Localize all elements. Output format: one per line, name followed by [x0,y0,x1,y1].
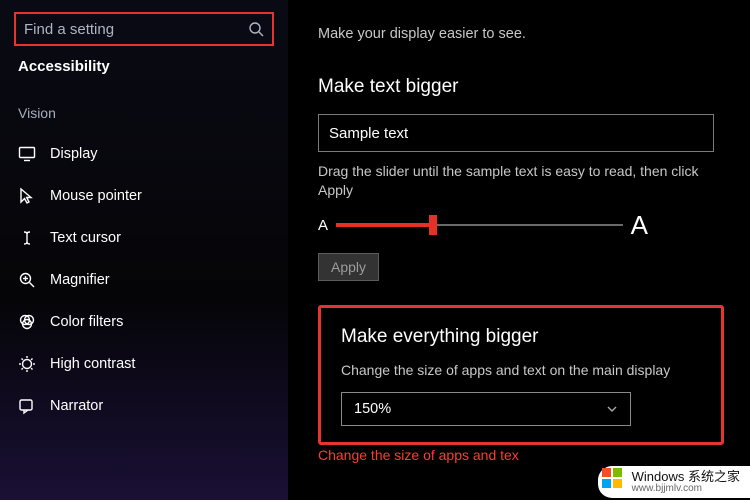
text-size-slider[interactable] [336,223,623,227]
chevron-down-icon [606,403,618,415]
high-contrast-icon [18,355,36,373]
nav-label: High contrast [50,356,135,372]
nav-label: Text cursor [50,230,121,246]
apply-button[interactable]: Apply [318,253,379,281]
sidebar-item-narrator[interactable]: Narrator [0,385,288,427]
category-label: Vision [18,105,270,121]
nav-list: Display Mouse pointer Text cursor Magnif… [0,133,288,427]
windows-logo-icon [602,468,626,492]
sidebar-item-display[interactable]: Display [0,133,288,175]
slider-thumb[interactable] [429,215,437,235]
breadcrumb: Accessibility [18,58,270,75]
search-icon [248,21,264,37]
text-cursor-icon [18,229,36,247]
sidebar-item-color-filters[interactable]: Color filters [0,301,288,343]
slider-max-label: A [631,210,648,241]
slider-instruction: Drag the slider until the sample text is… [318,162,718,200]
nav-label: Magnifier [50,272,110,288]
nav-label: Color filters [50,314,123,330]
main-panel: Make your display easier to see. Make te… [288,0,750,500]
scale-value: 150% [354,401,391,417]
magnifier-icon [18,271,36,289]
nav-label: Display [50,146,98,162]
slider-min-label: A [318,217,328,234]
text-size-slider-row: A A [318,210,648,241]
nav-label: Mouse pointer [50,188,142,204]
make-everything-bigger-section: Make everything bigger Change the size o… [318,305,724,445]
sidebar-item-magnifier[interactable]: Magnifier [0,259,288,301]
watermark-line2: www.bjjmlv.com [632,484,740,495]
nav-label: Narrator [50,398,103,414]
scale-subtext: Change the size of apps and text on the … [341,362,701,378]
sidebar-item-text-cursor[interactable]: Text cursor [0,217,288,259]
watermark: Windows 系统之家 www.bjjmlv.com [598,466,750,498]
narrator-icon [18,397,36,415]
search-box[interactable] [14,12,274,46]
slider-fill [336,223,433,227]
watermark-line1: Windows 系统之家 [632,470,740,484]
search-input[interactable] [24,21,248,38]
settings-sidebar: Accessibility Vision Display Mouse point… [0,0,288,500]
color-filters-icon [18,313,36,331]
sidebar-item-high-contrast[interactable]: High contrast [0,343,288,385]
display-icon [18,145,36,163]
make-everything-bigger-heading: Make everything bigger [341,326,701,348]
truncated-text: Change the size of apps and tex [318,447,718,463]
sample-text-box: Sample text [318,114,714,152]
mouse-pointer-icon [18,187,36,205]
sidebar-item-mouse-pointer[interactable]: Mouse pointer [0,175,288,217]
intro-text: Make your display easier to see. [318,26,720,42]
scale-select[interactable]: 150% [341,392,631,426]
make-text-bigger-heading: Make text bigger [318,76,720,98]
